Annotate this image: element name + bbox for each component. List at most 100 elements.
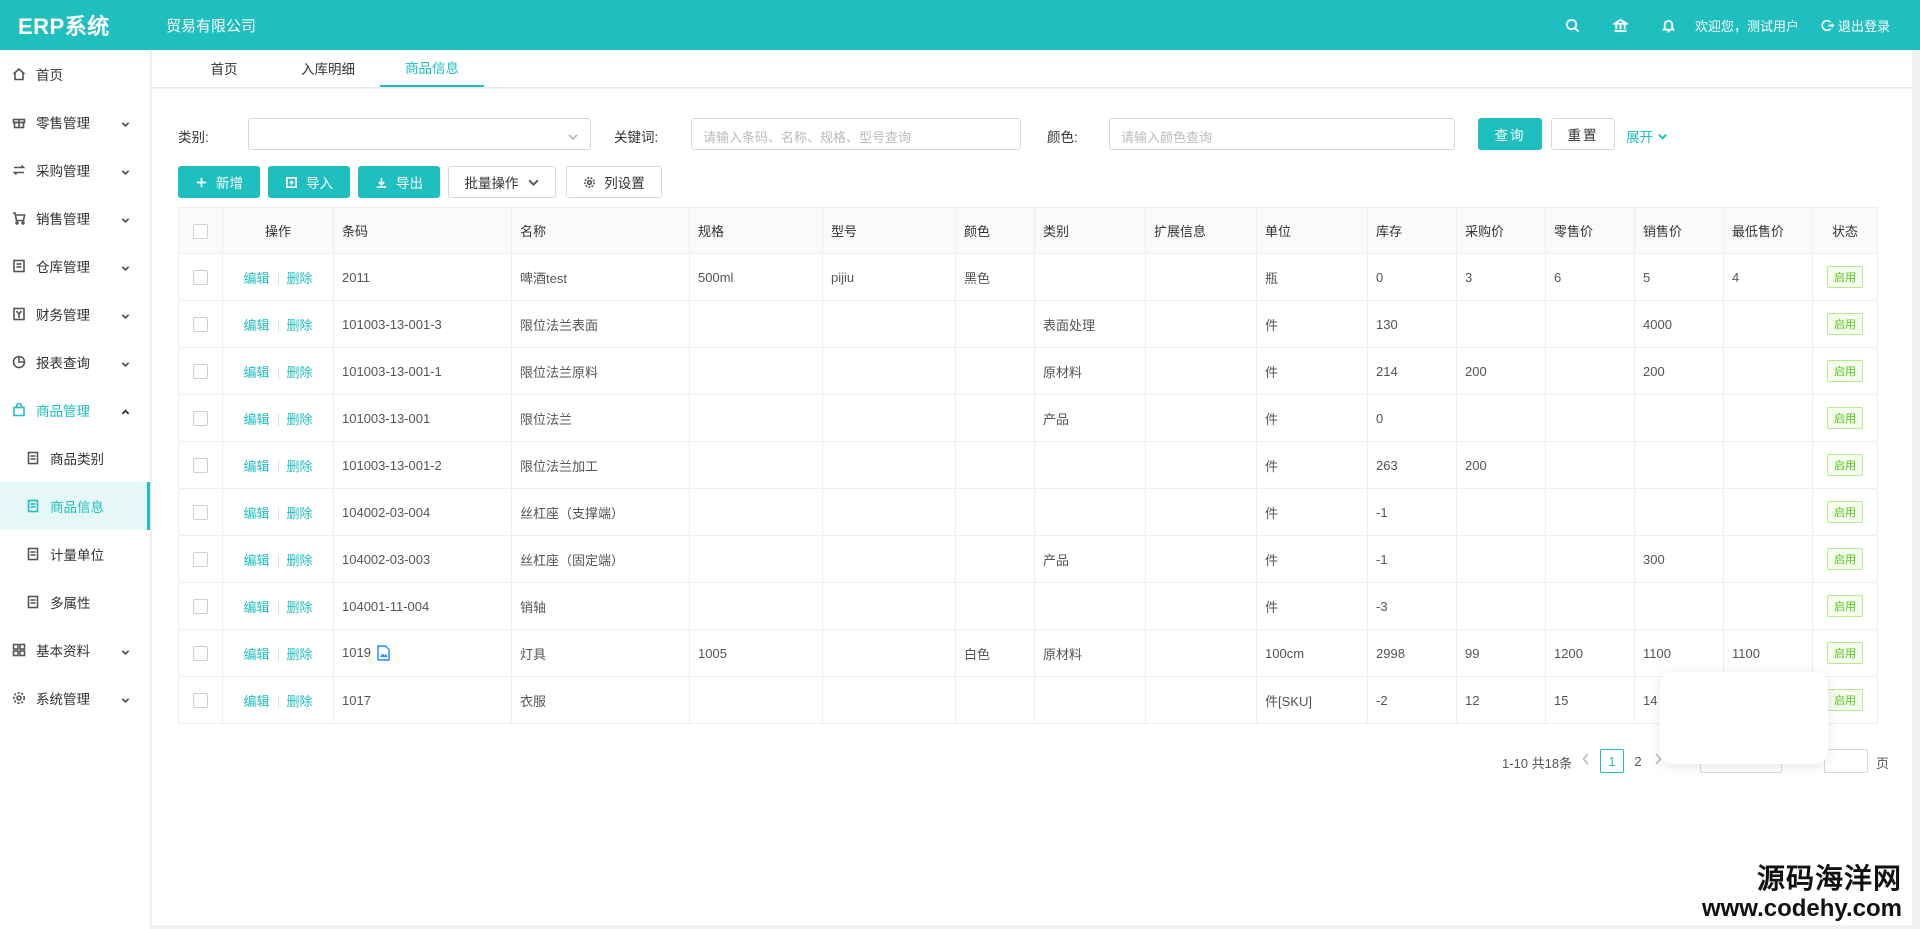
purchase-price-text: 12	[1465, 692, 1480, 708]
row-checkbox[interactable]	[193, 505, 208, 521]
color-cell	[955, 488, 1035, 536]
add-label: 新增	[216, 176, 243, 191]
sidebar-item-warehouse[interactable]: 仓库管理	[0, 242, 150, 290]
delete-link[interactable]: 删除	[287, 694, 313, 709]
edit-link[interactable]: 编辑	[243, 365, 269, 380]
delete-link[interactable]: 删除	[287, 459, 313, 474]
edit-link[interactable]: 编辑	[243, 459, 269, 474]
action-divider	[277, 414, 279, 427]
bell-icon[interactable]	[1645, 0, 1693, 50]
export-button[interactable]: 导出	[358, 166, 440, 198]
sidebar-item-product-category[interactable]: 商品类别	[0, 434, 150, 482]
column-header: 状态	[1812, 207, 1878, 254]
delete-link[interactable]: 删除	[287, 506, 313, 521]
sidebar-item-products[interactable]: 商品管理	[0, 386, 150, 434]
query-button[interactable]: 查询	[1478, 118, 1542, 150]
sale-price-cell: 5	[1634, 253, 1724, 301]
sidebar-item-label: 采购管理	[36, 164, 90, 179]
row-checkbox[interactable]	[193, 364, 208, 380]
batch-actions-dropdown[interactable]: 批量操作	[448, 166, 556, 198]
sidebar-item-basic-data[interactable]: 基本资料	[0, 626, 150, 674]
sidebar-item-sales[interactable]: 销售管理	[0, 194, 150, 242]
edit-link[interactable]: 编辑	[243, 647, 269, 662]
edit-link[interactable]: 编辑	[243, 271, 269, 286]
sidebar-item-label: 首页	[36, 68, 63, 83]
edit-link[interactable]: 编辑	[243, 412, 269, 427]
app-logo[interactable]: ERP系统	[0, 9, 150, 41]
chevron-down-icon	[121, 309, 130, 320]
tab-product-info[interactable]: 商品信息	[380, 49, 484, 87]
file-image-icon[interactable]	[377, 645, 390, 661]
reset-button[interactable]: 重置	[1551, 118, 1615, 150]
sidebar-item-attributes[interactable]: 多属性	[0, 578, 150, 626]
keyword-placeholder: 请输入条码、名称、规格、型号查询	[703, 130, 912, 145]
spec-cell	[689, 394, 823, 442]
sale-price-cell	[1634, 488, 1724, 536]
sidebar-item-system[interactable]: 系统管理	[0, 674, 150, 722]
row-checkbox[interactable]	[193, 693, 208, 709]
barcode-cell: 104001-11-004	[333, 582, 512, 630]
row-checkbox[interactable]	[193, 411, 208, 427]
import-button[interactable]: 导入	[268, 166, 350, 198]
retail-price-cell: 6	[1545, 253, 1635, 301]
sidebar-item-home[interactable]: 首页	[0, 50, 150, 98]
name-text: 灯具	[520, 646, 547, 662]
edit-link[interactable]: 编辑	[243, 600, 269, 615]
expand-toggle[interactable]: 展开	[1626, 126, 1668, 146]
keyword-input[interactable]: 请输入条码、名称、规格、型号查询	[691, 118, 1021, 150]
logout-button[interactable]: 退出登录	[1821, 16, 1890, 35]
color-cell	[955, 441, 1035, 489]
actions-cell: 编辑 删除	[222, 394, 334, 442]
edit-link[interactable]: 编辑	[243, 318, 269, 333]
row-checkbox[interactable]	[193, 552, 208, 568]
row-checkbox[interactable]	[193, 270, 208, 286]
sidebar-item-purchase[interactable]: 采购管理	[0, 146, 150, 194]
status-cell: 启用	[1812, 582, 1878, 630]
column-settings-button[interactable]: 列设置	[566, 166, 662, 198]
category-select[interactable]	[248, 118, 591, 150]
sidebar-item-finance[interactable]: 财务管理	[0, 290, 150, 338]
category-cell: 表面处理	[1034, 300, 1146, 348]
edit-link[interactable]: 编辑	[243, 553, 269, 568]
row-checkbox[interactable]	[193, 646, 208, 662]
page-number-current[interactable]: 1	[1600, 749, 1624, 773]
search-icon[interactable]	[1549, 0, 1597, 50]
color-input[interactable]: 请输入颜色查询	[1109, 118, 1455, 150]
tab-stock-in-detail[interactable]: 入库明细	[276, 49, 380, 87]
delete-link[interactable]: 删除	[287, 600, 313, 615]
status-cell: 启用	[1812, 394, 1878, 442]
row-checkbox[interactable]	[193, 458, 208, 474]
page-number[interactable]: 2	[1626, 749, 1650, 773]
edit-link[interactable]: 编辑	[243, 506, 269, 521]
select-all-checkbox[interactable]	[193, 223, 208, 239]
sidebar-item-reports[interactable]: 报表查询	[0, 338, 150, 386]
delete-link[interactable]: 删除	[287, 271, 313, 286]
add-button[interactable]: 新增	[178, 166, 260, 198]
download-icon	[376, 177, 387, 188]
action-divider	[277, 367, 279, 380]
name-cell: 啤酒test	[511, 253, 690, 301]
row-checkbox[interactable]	[193, 317, 208, 333]
column-header: 规格	[689, 207, 823, 254]
main-content: 类别: 关键词: 请输入条码、名称、规格、型号查询 颜色: 请输入颜色查询 查询…	[152, 89, 1912, 925]
bank-icon[interactable]	[1597, 0, 1645, 50]
row-checkbox[interactable]	[193, 599, 208, 615]
page-scrollbar[interactable]	[1912, 50, 1920, 929]
sidebar-item-retail[interactable]: 零售管理	[0, 98, 150, 146]
delete-link[interactable]: 删除	[287, 647, 313, 662]
name-text: 限位法兰加工	[520, 458, 599, 474]
spec-cell	[689, 535, 823, 583]
edit-link[interactable]: 编辑	[243, 694, 269, 709]
delete-link[interactable]: 删除	[287, 318, 313, 333]
sidebar-item-units[interactable]: 计量单位	[0, 530, 150, 578]
delete-link[interactable]: 删除	[287, 553, 313, 568]
prev-page-icon[interactable]	[1582, 753, 1592, 767]
column-header: 颜色	[955, 207, 1035, 254]
sidebar-item-product-info[interactable]: 商品信息	[0, 482, 150, 530]
purchase-price-cell	[1456, 582, 1546, 630]
page-jump-input[interactable]	[1824, 749, 1868, 773]
barcode-cell: 101003-13-001	[333, 394, 512, 442]
delete-link[interactable]: 删除	[287, 365, 313, 380]
delete-link[interactable]: 删除	[287, 412, 313, 427]
tab-home[interactable]: 首页	[172, 49, 276, 87]
